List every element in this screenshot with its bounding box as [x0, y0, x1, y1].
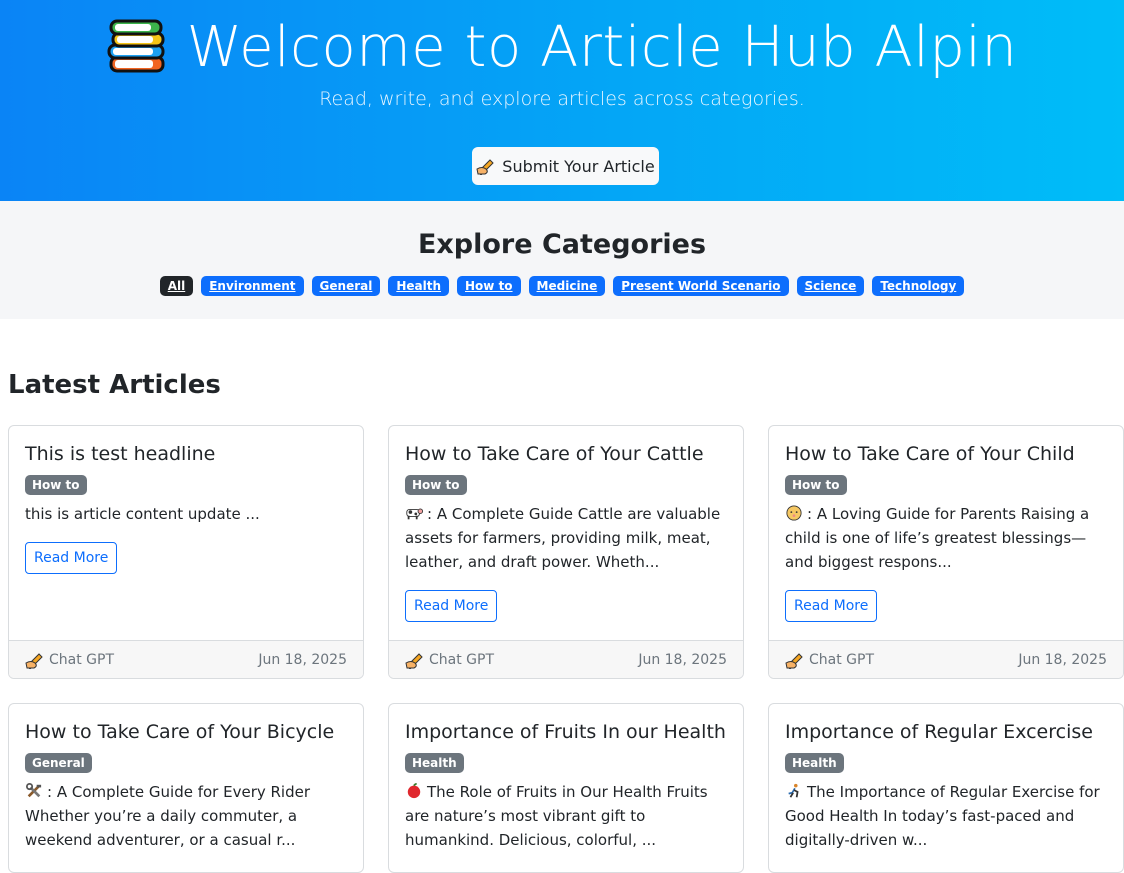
article-card: How to Take Care of Your Bicycle General…: [8, 703, 364, 873]
article-excerpt-text: The Importance of Regular Exercise for G…: [785, 783, 1100, 849]
category-badge: How to: [25, 475, 87, 495]
article-excerpt: this is article content update ...: [25, 505, 260, 523]
books-icon: [107, 19, 165, 73]
page-title: Welcome to Article Hub Alpin: [186, 14, 1018, 80]
card-footer: Chat GPT Jun 18, 2025: [769, 640, 1123, 678]
article-excerpt: The Importance of Regular Exercise for G…: [785, 780, 1107, 852]
writing-hand-icon: [25, 652, 43, 669]
article-excerpt-text: : A Loving Guide for Parents Raising a c…: [785, 505, 1090, 571]
hero-subtitle: Read, write, and explore articles across…: [319, 88, 805, 110]
author-name: Chat GPT: [429, 651, 495, 668]
article-card: How to Take Care of Your Cattle How to :…: [388, 425, 744, 679]
category-science[interactable]: Science: [796, 276, 865, 296]
article-date: Jun 18, 2025: [638, 651, 727, 668]
card-footer: Chat GPT Jun 18, 2025: [9, 640, 363, 678]
author-name: Chat GPT: [49, 651, 115, 668]
read-more-button[interactable]: Read More: [785, 590, 878, 622]
author: Chat GPT: [785, 651, 874, 669]
baby-icon: [786, 505, 802, 521]
category-badge: How to: [405, 475, 467, 495]
article-excerpt-text: The Role of Fruits in Our Health Fruits …: [405, 783, 708, 849]
article-card: Importance of Regular Excercise Health T…: [768, 703, 1124, 873]
article-card: This is test headline How to this is art…: [8, 425, 364, 679]
article-date: Jun 18, 2025: [1018, 651, 1107, 668]
category-present-world-scenario[interactable]: Present World Scenario: [613, 276, 789, 296]
hero-banner: Welcome to Article Hub Alpin Read, write…: [0, 0, 1124, 201]
category-badge: Health: [405, 753, 464, 773]
article-excerpt-text: : A Complete Guide for Every Rider Wheth…: [25, 783, 311, 849]
category-badge: Health: [785, 753, 844, 773]
category-badge: General: [25, 753, 92, 773]
category-environment[interactable]: Environment: [201, 276, 304, 296]
card-footer: Chat GPT Jun 18, 2025: [389, 640, 743, 678]
article-title[interactable]: Importance of Regular Excercise: [785, 721, 1107, 743]
categories-heading: Explore Categories: [417, 229, 707, 260]
cow-icon: [406, 508, 423, 520]
category-health[interactable]: Health: [388, 276, 450, 296]
runner-icon: [788, 783, 799, 798]
writing-hand-icon: [476, 159, 494, 175]
article-excerpt: : A Complete Guide Cattle are valuable a…: [405, 502, 727, 574]
category-all[interactable]: All: [159, 276, 194, 296]
article-card: How to Take Care of Your Child How to : …: [768, 425, 1124, 679]
article-excerpt: : A Complete Guide for Every Rider Wheth…: [25, 780, 347, 852]
author: Chat GPT: [405, 651, 494, 669]
submit-article-button[interactable]: Submit Your Article: [472, 147, 659, 185]
article-date: Jun 18, 2025: [258, 651, 347, 668]
article-excerpt: : A Loving Guide for Parents Raising a c…: [785, 502, 1107, 574]
read-more-button[interactable]: Read More: [405, 590, 498, 622]
author: Chat GPT: [25, 651, 114, 669]
author-name: Chat GPT: [809, 651, 875, 668]
category-badge: How to: [785, 475, 847, 495]
read-more-button[interactable]: Read More: [25, 542, 118, 574]
article-excerpt-text: : A Complete Guide Cattle are valuable a…: [405, 505, 721, 571]
writing-hand-icon: [785, 652, 803, 669]
category-technology[interactable]: Technology: [872, 276, 965, 296]
article-card: Importance of Fruits In our Health Healt…: [388, 703, 744, 873]
article-title[interactable]: This is test headline: [25, 443, 347, 465]
writing-hand-icon: [405, 652, 423, 669]
latest-articles-heading: Latest Articles: [8, 370, 221, 400]
article-title[interactable]: How to Take Care of Your Bicycle: [25, 721, 347, 743]
category-how-to[interactable]: How to: [457, 276, 521, 296]
tools-icon: [26, 783, 42, 798]
categories-section: Explore Categories All Environment Gener…: [0, 201, 1124, 319]
article-excerpt: The Role of Fruits in Our Health Fruits …: [405, 780, 727, 852]
category-general[interactable]: General: [311, 276, 381, 296]
hero-title-row: Welcome to Article Hub Alpin: [0, 0, 1124, 80]
category-list: All Environment General Health How to Me…: [0, 276, 1124, 296]
submit-article-label: Submit Your Article: [502, 156, 655, 176]
category-medicine[interactable]: Medicine: [528, 276, 606, 296]
article-title[interactable]: How to Take Care of Your Cattle: [405, 443, 727, 465]
apple-icon: [407, 783, 421, 799]
article-title[interactable]: Importance of Fruits In our Health: [405, 721, 727, 743]
article-title[interactable]: How to Take Care of Your Child: [785, 443, 1107, 465]
